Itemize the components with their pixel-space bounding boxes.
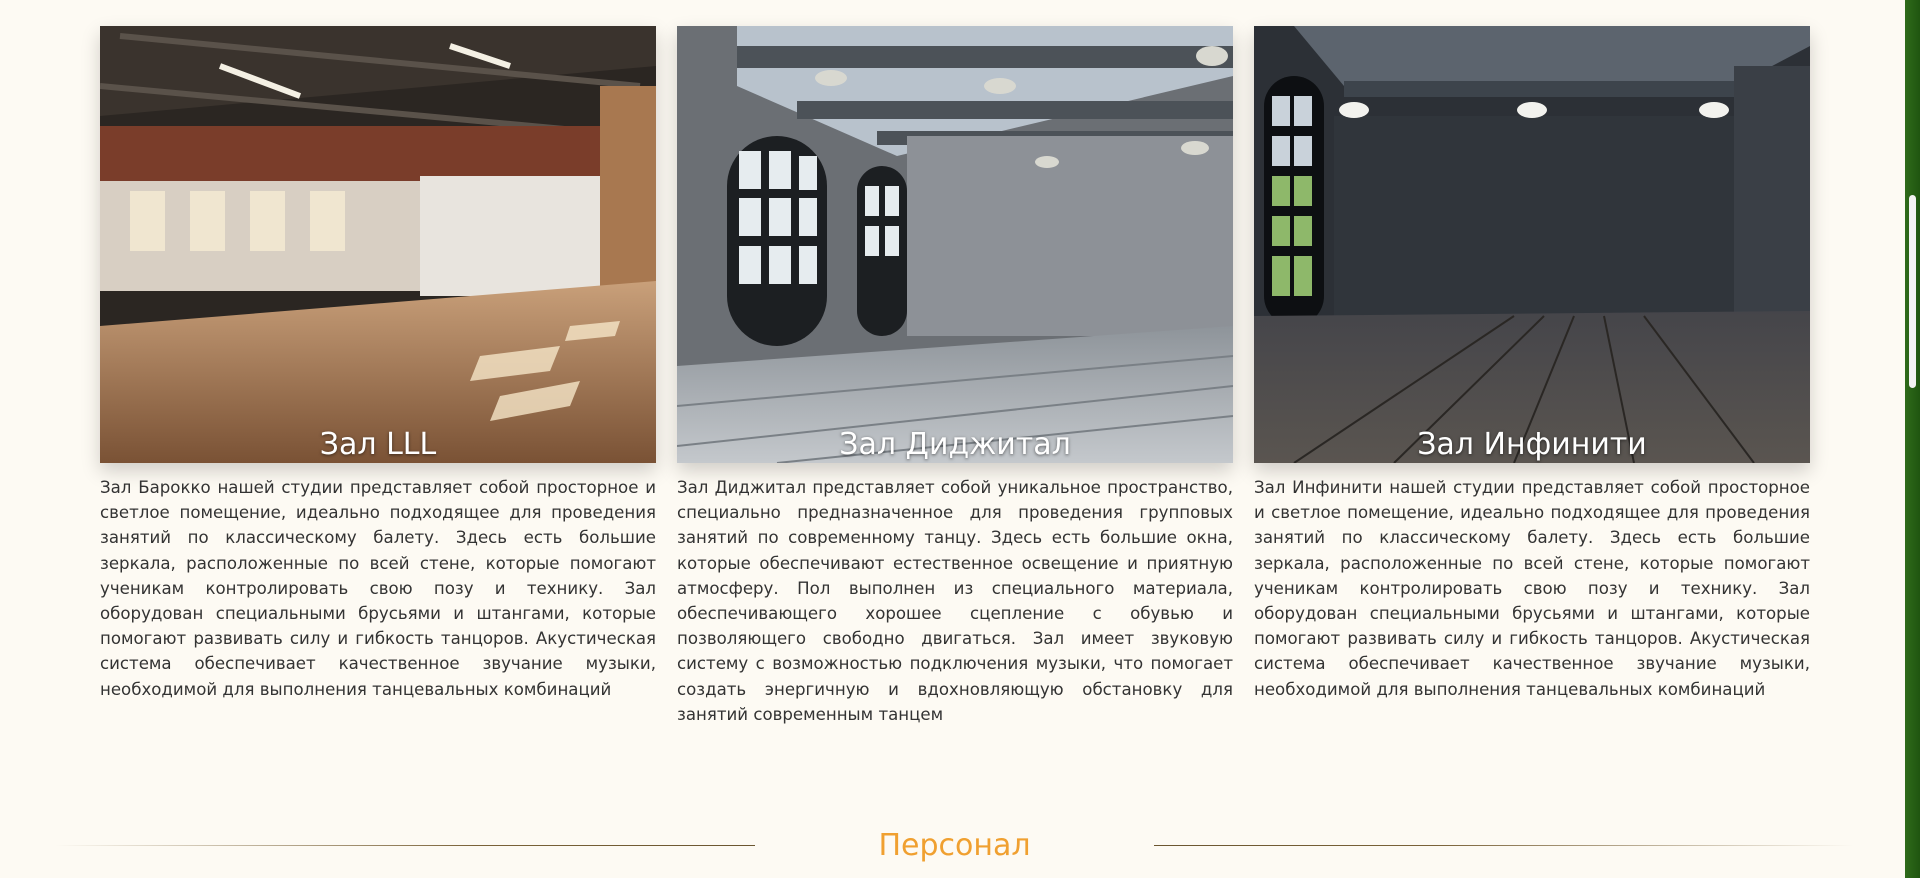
hall-photo[interactable]: Зал Инфинити [1254, 26, 1810, 463]
hall-description: Зал Инфинити нашей студии представляет с… [1254, 478, 1810, 699]
hall-photo[interactable]: Зал Диджитал [677, 26, 1233, 463]
hall-title: Зал Диджитал [839, 427, 1071, 462]
hall-photo-image [100, 26, 656, 463]
hall-card[interactable]: Зал LLL Зал Барокко нашей студии предста… [100, 26, 656, 702]
hall-photo-image [677, 26, 1233, 463]
hall-description: Зал Барокко нашей студии представляет со… [100, 478, 656, 699]
hall-card[interactable]: Зал Диджитал Зал Диджитал представляет с… [677, 26, 1233, 727]
divider-right [1154, 845, 1854, 846]
hall-title: Зал Инфинити [1417, 427, 1647, 462]
divider-left [55, 845, 755, 846]
hall-description: Зал Диджитал представляет собой уникальн… [677, 478, 1233, 724]
hall-card[interactable]: Зал Инфинити Зал Инфинити нашей студии п… [1254, 26, 1810, 702]
hall-photo-image [1254, 26, 1810, 463]
hall-photo[interactable]: Зал LLL [100, 26, 656, 463]
hall-title: Зал LLL [319, 427, 437, 462]
vertical-scrollbar[interactable] [1905, 0, 1920, 878]
scrollbar-thumb[interactable] [1909, 195, 1916, 388]
staff-section-header: Персонал [0, 827, 1905, 867]
page: Зал LLL Зал Барокко нашей студии предста… [0, 0, 1905, 878]
staff-section-title: Персонал [878, 828, 1031, 863]
